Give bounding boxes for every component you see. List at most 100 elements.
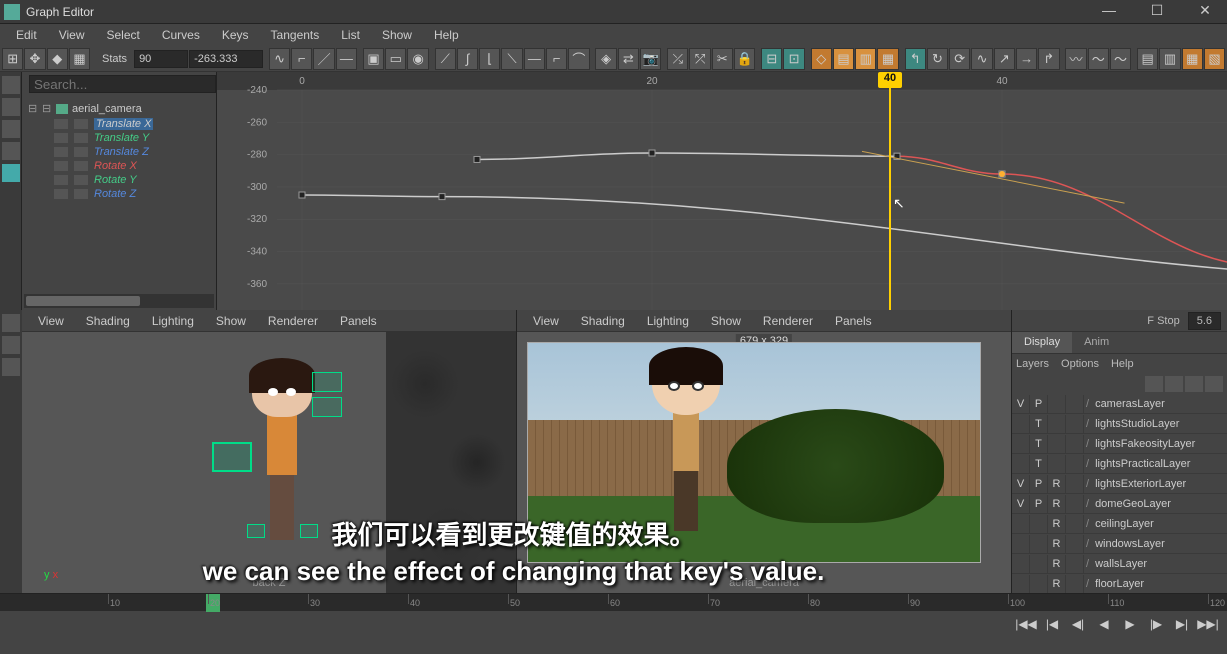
open-trax-icon[interactable]: ▥ — [1159, 48, 1180, 70]
mute-icon[interactable] — [54, 189, 68, 199]
layer-icon-4[interactable] — [1205, 376, 1223, 392]
unify-tangent-icon[interactable]: ⤱ — [689, 48, 710, 70]
viewport-left-view[interactable]: y x back Z — [22, 332, 516, 593]
layer-ref-toggle[interactable]: R — [1048, 575, 1066, 593]
curve-smoothness-2-icon[interactable]: 〜 — [1088, 48, 1109, 70]
menu-tangents[interactable]: Tangents — [261, 25, 330, 45]
layers-menu-help[interactable]: Help — [1111, 358, 1134, 370]
minimize-button[interactable]: — — [1091, 2, 1127, 22]
tool-frame-icon[interactable]: ⊞ — [2, 48, 23, 70]
layer-vis-toggle[interactable] — [1012, 415, 1030, 433]
stats-frame-input[interactable] — [134, 50, 188, 68]
playhead-line[interactable] — [889, 72, 891, 310]
mute-icon[interactable] — [54, 161, 68, 171]
layer-playback-toggle[interactable]: T — [1030, 455, 1048, 473]
layer-vis-toggle[interactable]: V — [1012, 495, 1030, 513]
layer-icon-3[interactable] — [1185, 376, 1203, 392]
layers-menu-options[interactable]: Options — [1061, 358, 1099, 370]
step-forward-key-button[interactable]: ▶| — [1171, 614, 1193, 634]
layer-ref-toggle[interactable] — [1048, 435, 1066, 453]
search-input[interactable] — [29, 75, 216, 93]
layer-row[interactable]: VPR/lightsExteriorLayer — [1012, 474, 1227, 494]
layer-row[interactable]: T/lightsFakeosityLayer — [1012, 434, 1227, 454]
linear-icon[interactable]: ⟍ — [501, 48, 522, 70]
open-time-editor-icon[interactable]: ▧ — [1204, 48, 1225, 70]
vp-menu-renderer[interactable]: Renderer — [258, 311, 328, 331]
vp-menu-panels[interactable]: Panels — [825, 311, 882, 331]
curve-smoothness-3-icon[interactable]: ～ — [1110, 48, 1131, 70]
linear-tangent-icon[interactable]: ／ — [313, 48, 334, 70]
isolate-curve-icon[interactable]: ◇ — [811, 48, 832, 70]
layer-row[interactable]: T/lightsStudioLayer — [1012, 414, 1227, 434]
layer-color-swatch[interactable] — [1066, 535, 1084, 553]
close-button[interactable]: ✕ — [1187, 2, 1223, 22]
layer-ref-toggle[interactable]: R — [1048, 495, 1066, 513]
vp-menu-shading[interactable]: Shading — [571, 311, 635, 331]
menu-help[interactable]: Help — [424, 25, 469, 45]
step-forward-button[interactable]: |▶ — [1145, 614, 1167, 634]
step-back-key-button[interactable]: |◀ — [1041, 614, 1063, 634]
menu-keys[interactable]: Keys — [212, 25, 259, 45]
graph-view[interactable]: -240-260-280-300-320-340-360 020406080 4… — [217, 72, 1227, 310]
layer-playback-toggle[interactable] — [1030, 535, 1048, 553]
layer-playback-toggle[interactable] — [1030, 555, 1048, 573]
vp-menu-renderer[interactable]: Renderer — [753, 311, 823, 331]
fstop-value[interactable]: 5.6 — [1188, 312, 1221, 330]
menu-view[interactable]: View — [49, 25, 95, 45]
step-icon[interactable]: ⌐ — [546, 48, 567, 70]
time-ruler[interactable]: 102030405060708090100110120 — [0, 593, 1227, 611]
select-tool-icon[interactable] — [2, 76, 20, 94]
cycle-icon[interactable]: ↻ — [927, 48, 948, 70]
layer-color-swatch[interactable] — [1066, 575, 1084, 593]
layer-color-swatch[interactable] — [1066, 415, 1084, 433]
playhead-flag[interactable]: 40 — [878, 72, 902, 88]
layer-vis-toggle[interactable]: V — [1012, 475, 1030, 493]
linear-pre-icon[interactable]: ↗ — [994, 48, 1015, 70]
step-back-button[interactable]: ◀| — [1067, 614, 1089, 634]
solo-icon[interactable] — [74, 175, 88, 185]
time-snap-icon[interactable]: ⊟ — [761, 48, 782, 70]
layer-ref-toggle[interactable]: R — [1048, 555, 1066, 573]
absolute-view-icon[interactable]: ▤ — [833, 48, 854, 70]
layer-vis-toggle[interactable] — [1012, 455, 1030, 473]
auto-tangent-icon[interactable]: ⟋ — [435, 48, 456, 70]
plateau-icon[interactable]: ⌒ — [568, 48, 589, 70]
layer-row[interactable]: VPR/domeGeoLayer — [1012, 494, 1227, 514]
solo-icon[interactable] — [74, 119, 88, 129]
tool-lattice-icon[interactable]: ▦ — [69, 48, 90, 70]
play-back-button[interactable]: ◀ — [1093, 614, 1115, 634]
rig-control-2[interactable] — [312, 397, 342, 417]
mute-icon[interactable] — [54, 147, 68, 157]
buffer-curve-icon[interactable]: ◈ — [595, 48, 616, 70]
break-tangent-icon[interactable]: ⤰ — [667, 48, 688, 70]
solo-icon[interactable] — [74, 189, 88, 199]
layer-row[interactable]: T/lightsPracticalLayer — [1012, 454, 1227, 474]
tool-move-icon[interactable]: ✥ — [24, 48, 45, 70]
snapshot-icon[interactable]: 📷 — [640, 48, 661, 70]
move-tool-icon[interactable] — [2, 120, 20, 138]
attr-row[interactable]: Rotate X — [26, 159, 212, 173]
layer-playback-toggle[interactable]: T — [1030, 435, 1048, 453]
layer-vis-toggle[interactable]: V — [1012, 395, 1030, 413]
vp-menu-show[interactable]: Show — [701, 311, 751, 331]
layer-row[interactable]: VP/camerasLayer — [1012, 394, 1227, 414]
vp-tool-1-icon[interactable] — [2, 314, 20, 332]
layer-color-swatch[interactable] — [1066, 435, 1084, 453]
layer-row[interactable]: R/wallsLayer — [1012, 554, 1227, 574]
solo-icon[interactable] — [74, 147, 88, 157]
solo-icon[interactable] — [74, 161, 88, 171]
tool-key-icon[interactable]: ◆ — [47, 48, 68, 70]
open-dope-sheet-icon[interactable]: ▤ — [1137, 48, 1158, 70]
viewport-right-view[interactable]: 679 x 329 aerial_camera — [517, 332, 1011, 593]
tab-display[interactable]: Display — [1012, 332, 1072, 353]
mute-icon[interactable] — [54, 175, 68, 185]
menu-list[interactable]: List — [331, 25, 370, 45]
vp-menu-panels[interactable]: Panels — [330, 311, 387, 331]
layer-row[interactable]: R/windowsLayer — [1012, 534, 1227, 554]
clamped-tangent-icon[interactable]: ⌐ — [291, 48, 312, 70]
vp-menu-show[interactable]: Show — [206, 311, 256, 331]
menu-select[interactable]: Select — [96, 25, 149, 45]
layer-ref-toggle[interactable]: R — [1048, 475, 1066, 493]
stacked-view-icon[interactable]: ▥ — [855, 48, 876, 70]
h-scrollbar[interactable] — [24, 294, 214, 308]
